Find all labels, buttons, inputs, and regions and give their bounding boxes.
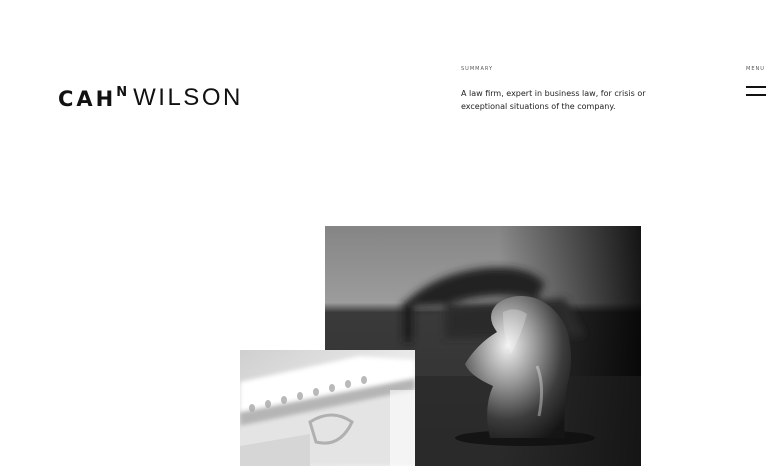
logo-text-wilson: WILSON — [133, 84, 243, 111]
hero-photo-ornament — [240, 350, 415, 466]
summary-text: A law firm, expert in business law, for … — [461, 87, 691, 113]
logo-text-n: N — [116, 85, 128, 100]
logo-text-cah: CAH — [58, 87, 117, 111]
menu-label: MENU — [746, 66, 765, 72]
summary-text-line-2: exceptional situations of the company. — [461, 102, 616, 111]
hamburger-menu-icon[interactable] — [746, 86, 766, 96]
summary-text-line-1: A law firm, expert in business law, for … — [461, 89, 646, 98]
summary-label: SUMMARY — [461, 66, 494, 72]
summary-block: SUMMARY A law firm, expert in business l… — [461, 66, 691, 113]
brand-logo[interactable]: CAH N WILSON — [58, 84, 243, 110]
menu-block: MENU — [746, 66, 768, 96]
